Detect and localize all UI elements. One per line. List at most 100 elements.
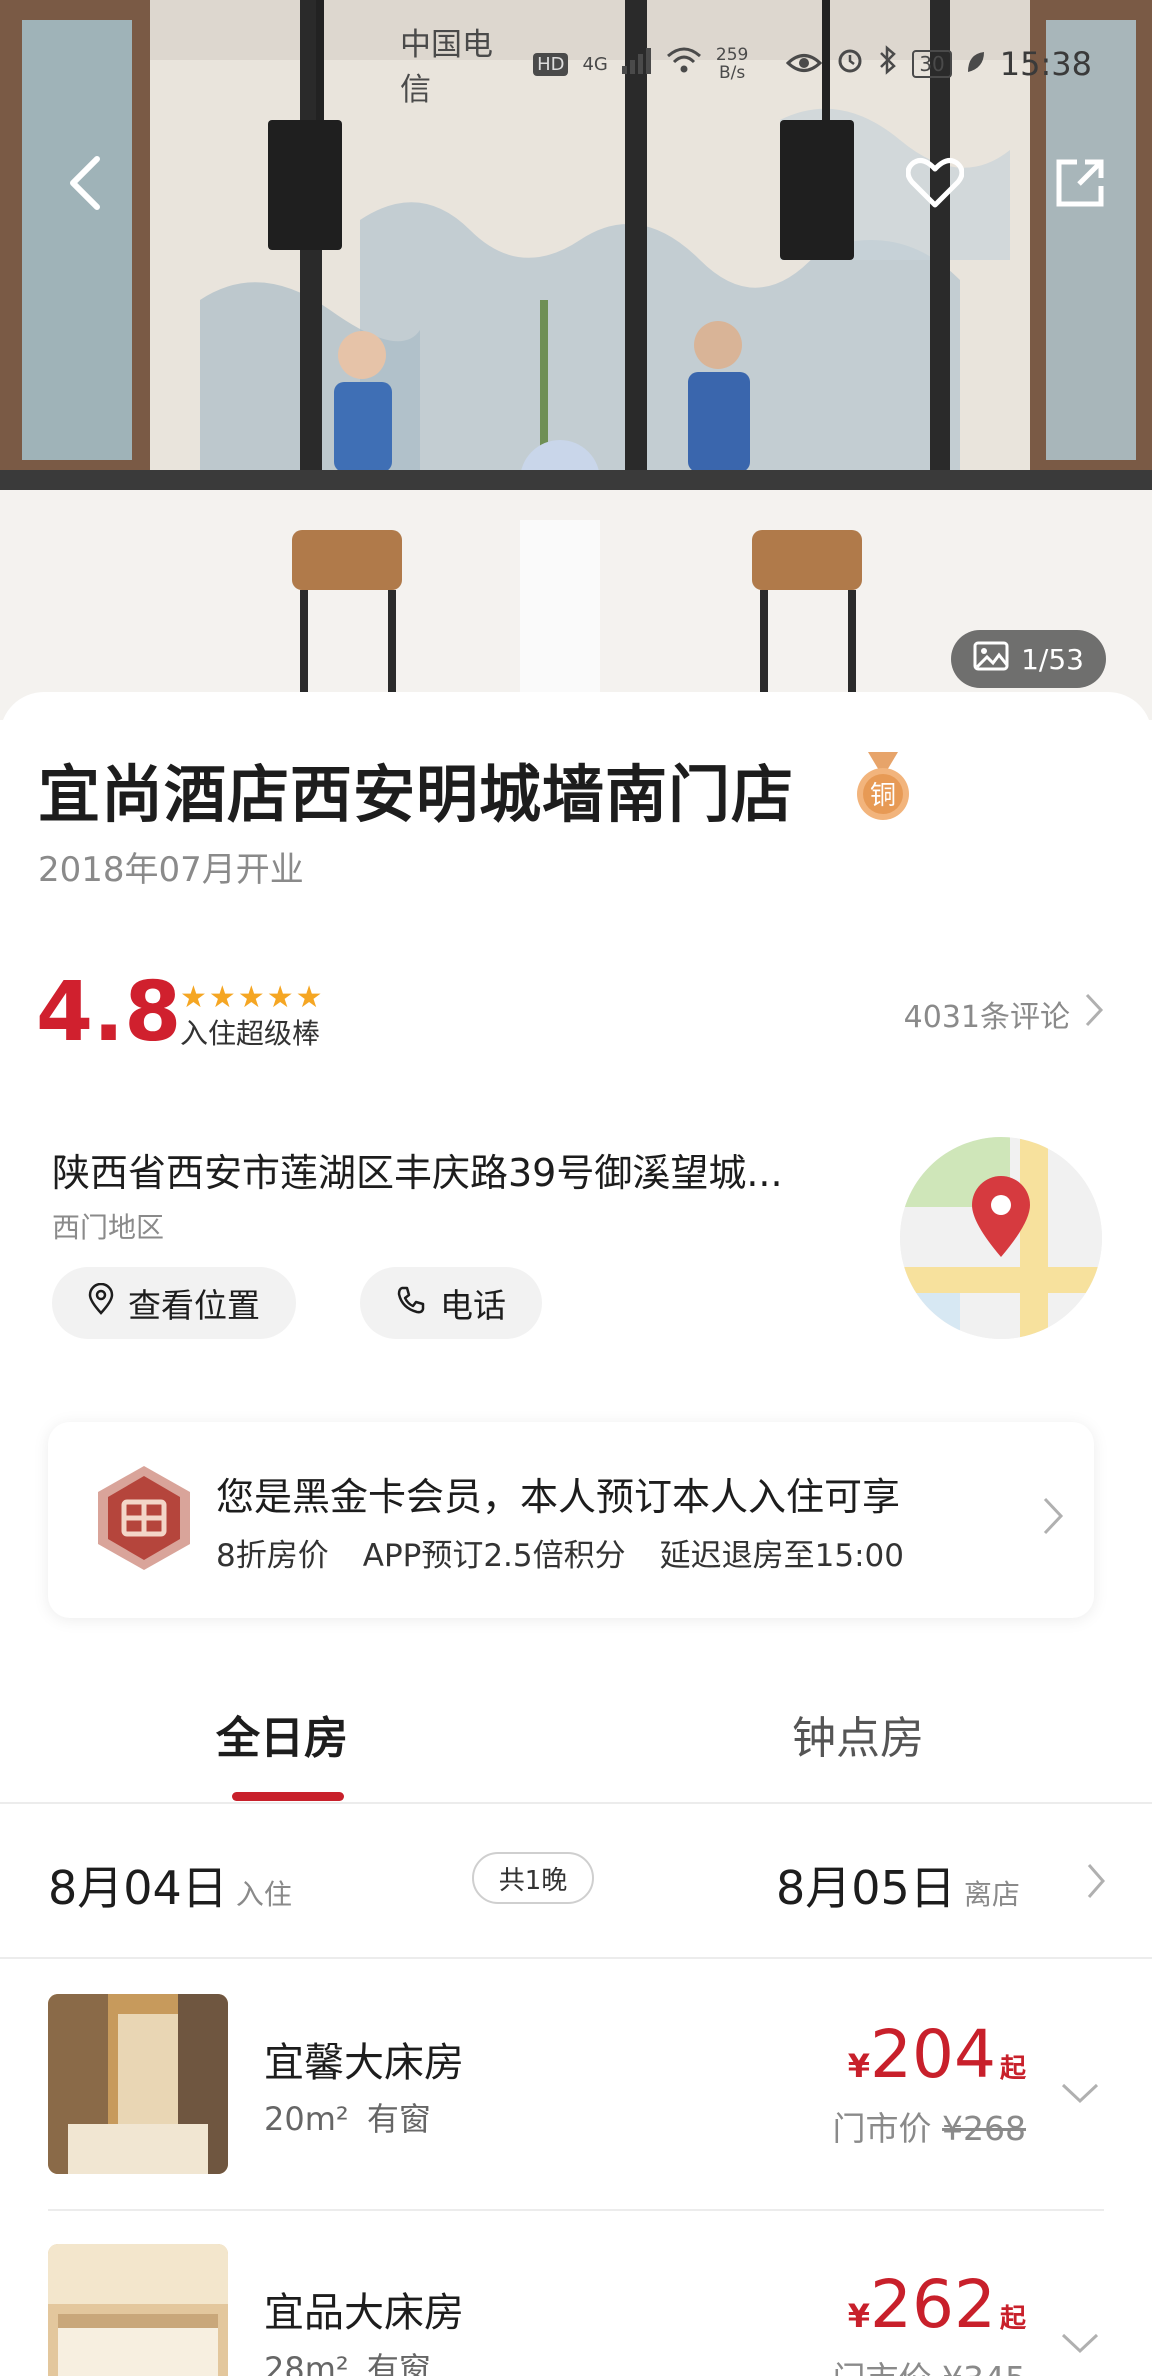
room-original-price: 门市价 ¥268 (833, 2102, 1026, 2150)
medal-text: 铜 (870, 781, 896, 811)
status-bar: 中国电信 HD 4G 259 B/s 30 15:38 (400, 27, 1092, 108)
favorite-button[interactable] (900, 150, 970, 220)
tab-hourly-room[interactable]: 钟点房 (792, 1702, 924, 1766)
rating-score: 4.8 (36, 965, 182, 1060)
share-icon (1053, 156, 1107, 214)
room-name: 宜品大床房 (264, 2290, 464, 2336)
bluetooth-icon (878, 45, 898, 83)
checkout-label: 离店 (963, 1878, 1020, 1911)
map-thumbnail[interactable] (900, 1137, 1102, 1339)
room-spec: 28m² 有窗 (264, 2344, 431, 2376)
price-currency: ¥ (847, 2047, 870, 2085)
star-icon: ★ (208, 980, 236, 1015)
member-perks: 8折房价 APP预订2.5倍积分 延迟退房至15:00 (216, 1530, 904, 1575)
share-button[interactable] (1045, 150, 1115, 220)
net-speed-value: 259 (715, 45, 749, 65)
rating-label: 入住超级棒 (180, 1017, 321, 1050)
star-icon: ★ (180, 980, 207, 1015)
hotel-detail-sheet: 宜尚酒店西安明城墙南门店 铜 2018年07月开业 4.8 ★ ★ ★ ★ ★ … (0, 692, 1152, 2376)
chevron-right-icon (1042, 1496, 1064, 1540)
room-photo (48, 1994, 228, 2174)
member-benefits-card[interactable]: 您是黑金卡会员，本人预订本人入住可享 8折房价 APP预订2.5倍积分 延迟退房… (48, 1422, 1094, 1618)
room-area: 28m² (264, 2350, 349, 2376)
star-icon: ★ (266, 980, 294, 1015)
photo-counter-text: 1/53 (1021, 642, 1084, 676)
price-amount: 204 (870, 2016, 996, 2093)
original-price-label: 门市价 (833, 2359, 932, 2376)
tab-full-day-room[interactable]: 全日房 (216, 1702, 348, 1766)
heart-outline-icon (905, 157, 965, 213)
clock: 15:38 (999, 45, 1092, 83)
signal-icon (621, 46, 652, 82)
price-from: 起 (999, 2054, 1026, 2084)
phone-button[interactable]: 电话 (360, 1267, 542, 1339)
active-tab-indicator (232, 1792, 344, 1801)
checkin-date-selector[interactable]: 8月04日 入住 (48, 1852, 292, 1918)
hotel-photo-gallery[interactable]: 中国电信 HD 4G 259 B/s 30 15:38 1/53 (0, 0, 1152, 720)
wifi-icon (666, 46, 702, 82)
chevron-right-icon (1084, 992, 1104, 1036)
nights-badge: 共1晚 (472, 1852, 594, 1904)
member-perk: 8折房价 (216, 1538, 329, 1574)
member-title: 您是黑金卡会员，本人预订本人入住可享 (216, 1475, 901, 1519)
member-perk: 延迟退房至15:00 (659, 1538, 904, 1574)
chevron-down-icon[interactable] (1060, 2082, 1100, 2108)
chevron-left-icon (65, 153, 105, 217)
price-currency: ¥ (847, 2297, 870, 2335)
star-icon: ★ (295, 980, 323, 1015)
room-name: 宜馨大床房 (264, 2040, 464, 2086)
original-price-value: ¥345 (942, 2359, 1026, 2376)
chevron-right-icon[interactable] (1086, 1862, 1106, 1904)
star-icon: ★ (237, 980, 265, 1015)
alarm-icon (836, 46, 864, 82)
room-item[interactable]: 宜品大床房 28m² 有窗 ¥ 262 起 门市价 ¥345 (0, 2244, 1152, 2376)
checkout-date-selector[interactable]: 8月05日 离店 (776, 1852, 1020, 1918)
hd-badge: HD (533, 52, 569, 76)
divider (0, 1802, 1152, 1804)
net-speed: 259 B/s (716, 46, 748, 82)
view-location-button[interactable]: 查看位置 (52, 1267, 296, 1339)
phone-label: 电话 (440, 1286, 506, 1325)
lobby-photo (0, 0, 1152, 720)
phone-icon (396, 1284, 426, 1323)
hotel-name: 宜尚酒店西安明城墙南门店 (38, 758, 795, 831)
leaf-icon (966, 46, 986, 82)
photo-counter[interactable]: 1/53 (951, 630, 1106, 688)
checkin-label: 入住 (235, 1878, 292, 1911)
room-area: 20m² (264, 2100, 349, 2138)
original-price-label: 门市价 (832, 2109, 932, 2148)
view-location-label: 查看位置 (128, 1286, 260, 1325)
divider (0, 1957, 1152, 1959)
chevron-down-icon[interactable] (1060, 2332, 1100, 2358)
room-item[interactable]: 宜馨大床房 20m² 有窗 ¥ 204 起 门市价 ¥268 (0, 1994, 1152, 2244)
divider (48, 2209, 1104, 2211)
room-price: ¥ 204 起 (848, 2016, 1026, 2093)
price-from: 起 (999, 2304, 1026, 2334)
original-price-value: ¥268 (942, 2109, 1026, 2148)
room-window: 有窗 (366, 2350, 431, 2376)
room-price: ¥ 262 起 (848, 2266, 1026, 2343)
rating-stars: ★ ★ ★ ★ ★ (180, 980, 323, 1015)
checkout-date: 8月05日 (776, 1861, 956, 1915)
image-icon (973, 641, 1009, 678)
network-label: 4G (582, 53, 608, 75)
eye-icon (786, 46, 823, 82)
hotel-address: 陕西省西安市莲湖区丰庆路39号御溪望城... (52, 1151, 783, 1195)
black-gold-member-badge-icon (92, 1462, 196, 1574)
room-photo (48, 2244, 228, 2376)
room-original-price: 门市价 ¥345 (833, 2352, 1026, 2376)
net-speed-unit: B/s (718, 63, 746, 83)
opening-date: 2018年07月开业 (38, 850, 304, 890)
bronze-medal-icon: 铜 (850, 752, 916, 822)
location-pin-icon (88, 1282, 114, 1323)
checkin-date: 8月04日 (48, 1861, 228, 1915)
price-amount: 262 (870, 2266, 996, 2343)
room-window: 有窗 (366, 2100, 431, 2138)
carrier-label: 中国电信 (400, 27, 493, 108)
room-spec: 20m² 有窗 (264, 2094, 431, 2140)
battery-indicator: 30 (912, 50, 952, 78)
reviews-link[interactable]: 4031条评论 (904, 992, 1104, 1036)
reviews-count: 4031条评论 (903, 1000, 1070, 1035)
hotel-district: 西门地区 (52, 1211, 165, 1244)
back-button[interactable] (50, 150, 120, 220)
